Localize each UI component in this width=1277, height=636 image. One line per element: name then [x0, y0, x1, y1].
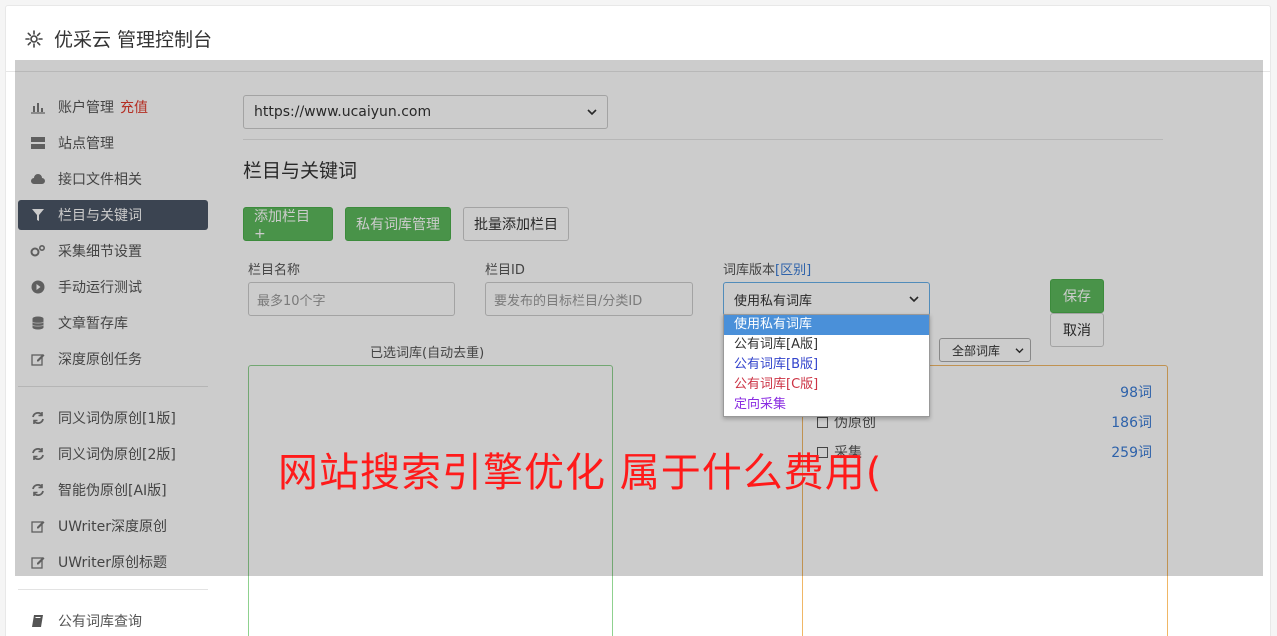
dropdown-option-public-c[interactable]: 公有词库[C版]: [724, 375, 929, 395]
gear-icon: [24, 29, 44, 49]
watermark-text: 网站搜索引擎优化 属于什么费用(: [278, 450, 883, 496]
modal-overlay: [15, 60, 1263, 576]
dropdown-option-private[interactable]: 使用私有词库: [724, 315, 929, 335]
dropdown-option-public-a[interactable]: 公有词库[A版]: [724, 335, 929, 355]
sidebar-item-label: 公有词库查询: [58, 614, 142, 630]
page-title: 优采云 管理控制台: [54, 29, 213, 51]
sidebar-item-public-lib[interactable]: 公有词库查询: [18, 606, 208, 636]
dropdown-option-public-b[interactable]: 公有词库[B版]: [724, 355, 929, 375]
book-icon: [30, 613, 46, 629]
lib-version-dropdown: 使用私有词库 公有词库[A版] 公有词库[B版] 公有词库[C版] 定向采集: [723, 314, 930, 417]
dropdown-option-targeted[interactable]: 定向采集: [724, 395, 929, 415]
sidebar-divider: [18, 589, 208, 590]
